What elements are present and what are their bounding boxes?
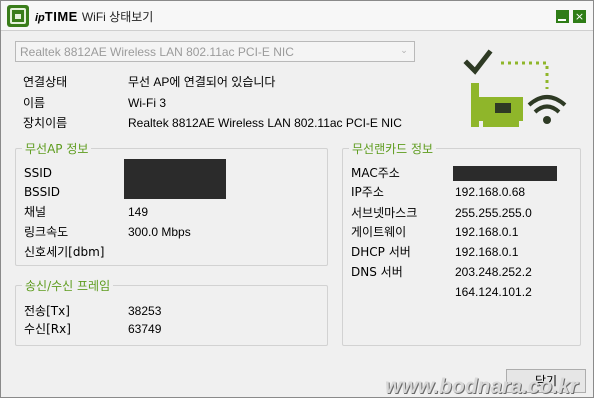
dns-value-2: 164.124.101.2 (455, 285, 532, 299)
link-speed-label: 링크속도 (24, 225, 69, 239)
dhcp-label: DHCP 서버 (351, 245, 411, 259)
rx-label: 수신[Rx] (24, 322, 71, 336)
brand-time: TIME (44, 9, 78, 24)
dns-label: DNS 서버 (351, 265, 403, 279)
dhcp-value: 192.168.0.1 (455, 245, 519, 259)
name-label: 이름 (23, 96, 46, 110)
name-value: Wi-Fi 3 (128, 96, 166, 110)
dns-value-1: 203.248.252.2 (455, 265, 532, 279)
adapter-select-value: Realtek 8812AE Wireless LAN 802.11ac PCI… (20, 45, 294, 59)
bssid-label: BSSID (24, 185, 61, 199)
title-bar: ipTIME WiFi 상태보기 × (1, 1, 593, 31)
wifi-card-connected-icon (463, 49, 567, 127)
subnet-label: 서브넷마스크 (351, 206, 418, 220)
minimize-button[interactable] (556, 10, 569, 23)
iptime-logo-icon (7, 5, 29, 27)
tx-value: 38253 (128, 304, 162, 318)
lan-card-title: 무선랜카드 정보 (349, 141, 437, 157)
redacted-ssid-bssid (124, 159, 226, 199)
tx-label: 전송[Tx] (24, 304, 70, 318)
ip-label: IP주소 (351, 185, 384, 199)
status-value: 무선 AP에 연결되어 있습니다 (128, 75, 276, 89)
device-value: Realtek 8812AE Wireless LAN 802.11ac PCI… (128, 116, 402, 130)
watermark: www.bodnara.co.kr (385, 375, 578, 398)
rx-value: 63749 (128, 322, 162, 336)
ssid-label: SSID (24, 166, 53, 180)
channel-label: 채널 (24, 205, 47, 219)
frames-group: 송신/수신 프레임 전송[Tx] 38253 수신[Rx] 63749 (15, 278, 328, 346)
chevron-down-icon: ⌄ (400, 46, 408, 56)
ip-value: 192.168.0.68 (455, 185, 526, 199)
adapter-select[interactable]: Realtek 8812AE Wireless LAN 802.11ac PCI… (15, 41, 415, 62)
wireless-ap-title: 무선AP 정보 (22, 141, 92, 157)
redacted-mac (453, 166, 557, 181)
gateway-label: 게이트웨이 (351, 225, 407, 239)
wifi-status-window: ipTIME WiFi 상태보기 × Realtek 8812AE Wireles… (0, 0, 594, 398)
close-window-button[interactable]: × (573, 10, 586, 23)
lan-card-group: 무선랜카드 정보 MAC주소 IP주소 192.168.0.68 서브넷마스크 … (342, 141, 581, 346)
window-title: ipTIME WiFi 상태보기 (35, 9, 153, 25)
subnet-value: 255.255.255.0 (455, 206, 532, 220)
wireless-ap-group: 무선AP 정보 SSID BSSID 채널 149 링크속도 300.0 Mbp… (15, 141, 328, 266)
frames-title: 송신/수신 프레임 (22, 278, 114, 294)
device-label: 장치이름 (23, 116, 68, 130)
title-text: WiFi 상태보기 (81, 10, 154, 24)
brand-ip: ip (35, 12, 45, 24)
mac-label: MAC주소 (351, 166, 400, 180)
link-speed-value: 300.0 Mbps (128, 225, 191, 239)
status-label: 연결상태 (23, 75, 68, 89)
signal-label: 신호세기[dbm] (24, 245, 105, 259)
gateway-value: 192.168.0.1 (455, 225, 519, 239)
channel-value: 149 (128, 205, 149, 219)
